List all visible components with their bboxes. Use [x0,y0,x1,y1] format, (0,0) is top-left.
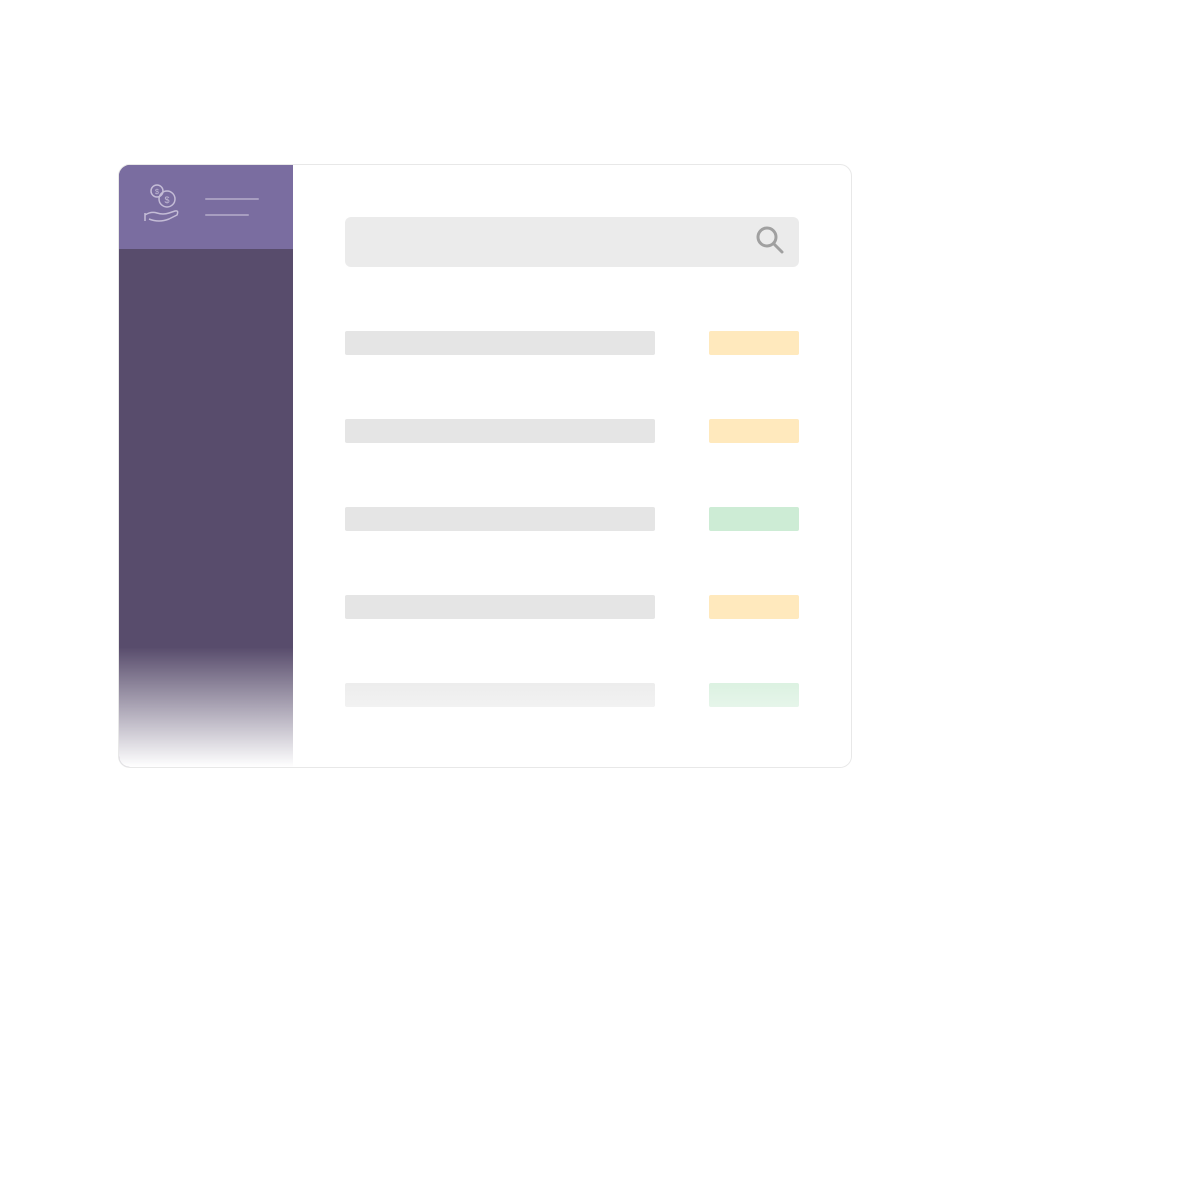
list-item[interactable] [345,331,799,355]
list-item[interactable] [345,507,799,531]
row-label [345,331,655,355]
svg-text:$: $ [164,195,169,205]
svg-text:$: $ [155,189,159,196]
header-title-placeholder [205,198,259,216]
status-badge [709,507,799,531]
row-label [345,595,655,619]
row-label [345,507,655,531]
money-hand-icon: $ $ [139,181,187,234]
list-item[interactable] [345,419,799,443]
main-content [293,165,851,767]
row-label [345,419,655,443]
search-icon[interactable] [755,225,785,260]
app-window: $ $ [118,164,852,768]
list-item[interactable] [345,683,799,707]
sidebar-header: $ $ [119,165,293,249]
header-line [205,198,259,200]
sidebar-fade [119,647,293,767]
status-badge [709,683,799,707]
row-label [345,683,655,707]
list-container [345,331,799,707]
status-badge [709,331,799,355]
status-badge [709,595,799,619]
sidebar: $ $ [119,165,293,767]
list-item[interactable] [345,595,799,619]
search-input[interactable] [345,217,799,267]
header-line [205,214,249,216]
status-badge [709,419,799,443]
